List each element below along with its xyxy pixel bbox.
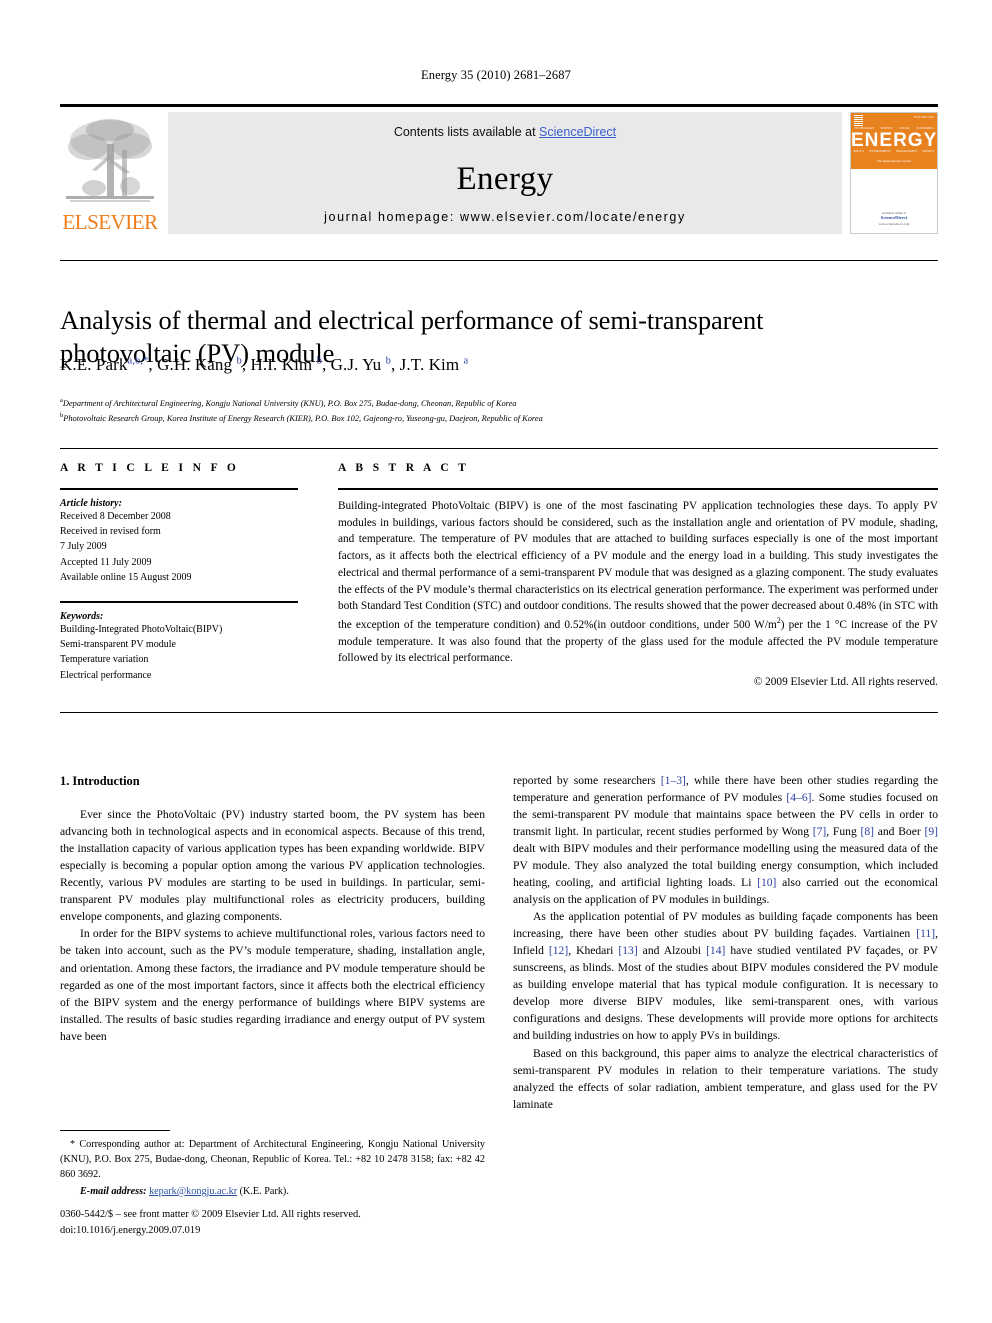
keyword-item: Building-Integrated PhotoVoltaic(BIPV): [60, 623, 223, 635]
imprint-block: 0360-5442/$ – see front matter © 2009 El…: [60, 1207, 530, 1238]
affiliation-b: bPhotovoltaic Research Group, Korea Inst…: [60, 411, 930, 426]
cover-lower-panel: Available online at ScienceDirect www.sc…: [851, 169, 937, 233]
article-info-column: A R T I C L E I N F O Article history: R…: [60, 462, 298, 683]
keyword-item: Electrical performance: [60, 669, 152, 681]
cover-topics-row-2: POLICY ENVIRONMENT MANAGEMENT ENERGY: [851, 150, 937, 153]
journal-masthead: ELSEVIER Contents lists available at Sci…: [60, 104, 938, 234]
affiliation-text: Photovoltaic Research Group, Korea Insti…: [63, 413, 543, 423]
email-note: E-mail address: kepark@kongju.ac.kr (K.E…: [60, 1185, 485, 1200]
cover-topic: ENERGY: [922, 150, 935, 153]
body-paragraph: Based on this background, this paper aim…: [513, 1046, 938, 1111]
section-heading-introduction: 1. Introduction: [60, 774, 140, 788]
issn-copyright-line: 0360-5442/$ – see front matter © 2009 El…: [60, 1209, 361, 1220]
footnote-divider: [60, 1130, 170, 1131]
article-info-rule: [60, 488, 298, 490]
cover-issn: ISSN 0360-5442: [913, 116, 934, 119]
sciencedirect-link[interactable]: ScienceDirect: [539, 125, 616, 139]
journal-title: Energy: [456, 161, 554, 197]
title-divider: [60, 260, 938, 261]
journal-cover-thumbnail[interactable]: ISSN 0360-5442 TECHNOLOGY SCIENCE SOCIAL…: [850, 112, 938, 234]
article-history-item: Available online 15 August 2009: [60, 571, 192, 583]
running-head: Energy 35 (2010) 2681–2687: [421, 68, 571, 82]
body-paragraph: reported by some researchers [1–3], whil…: [513, 774, 939, 907]
article-info-heading: A R T I C L E I N F O: [60, 462, 240, 474]
body-paragraph: Ever since the PhotoVoltaic (PV) industr…: [60, 808, 485, 924]
keywords-label: Keywords:: [60, 610, 104, 622]
cover-topic: POLICY: [853, 150, 865, 153]
article-history-item: Received in revised form: [60, 526, 161, 538]
body-paragraph: In order for the BIPV systems to achieve…: [60, 927, 485, 1043]
body-paragraph: As the application potential of PV modul…: [513, 910, 938, 1043]
affiliation-a: aDepartment of Architectural Engineering…: [60, 396, 930, 411]
author-list: K.E. Parka,b,*, G.H. Kang b, H.I. Kim b,…: [60, 355, 469, 374]
article-history-label: Article history:: [60, 498, 122, 509]
affiliation-text: Department of Architectural Engineering,…: [62, 398, 517, 408]
cover-subtitle: The International Journal: [876, 159, 912, 163]
email-label: E-mail address:: [80, 1185, 147, 1197]
body-column-left: 1. Introduction Ever since the PhotoVolt…: [60, 772, 485, 1045]
keyword-item: Temperature variation: [60, 654, 149, 666]
abstract-heading: A B S T R A C T: [338, 462, 470, 474]
abstract-copyright: © 2009 Elsevier Ltd. All rights reserved…: [753, 675, 938, 688]
journal-band: Contents lists available at ScienceDirec…: [168, 112, 842, 234]
footnote-block: * Corresponding author at: Department of…: [60, 1138, 485, 1200]
cover-topic: MANAGEMENT: [896, 150, 918, 153]
cover-publisher-icon: [854, 115, 863, 126]
body-column-right: reported by some researchers [1–3], whil…: [513, 772, 938, 1113]
keyword-item: Semi-transparent PV module: [60, 639, 176, 651]
doi-line: doi:10.1016/j.energy.2009.07.019: [60, 1224, 201, 1236]
cover-sciencedirect-brand: ScienceDirect: [880, 215, 908, 221]
corresponding-author-note: * Corresponding author at: Department of…: [60, 1139, 485, 1180]
cover-top-panel: ISSN 0360-5442 TECHNOLOGY SCIENCE SOCIAL…: [851, 113, 937, 169]
panel-top-divider: [60, 448, 938, 449]
panel-bottom-divider: [60, 712, 938, 713]
article-history-item: Accepted 11 July 2009: [60, 556, 152, 568]
journal-homepage-line[interactable]: journal homepage: www.elsevier.com/locat…: [168, 210, 842, 224]
abstract-rule: [338, 488, 938, 490]
keywords-rule: [60, 600, 298, 603]
email-link[interactable]: kepark@kongju.ac.kr: [149, 1186, 237, 1197]
contents-available-line: Contents lists available at ScienceDirec…: [168, 112, 842, 139]
cover-journal-title: ENERGY: [851, 130, 938, 151]
abstract-body: Building-integrated PhotoVoltaic (BIPV) …: [338, 500, 938, 665]
paper-page: Energy 35 (2010) 2681–2687 ELSEVIER Cont…: [0, 0, 992, 1323]
article-history-item: Received 8 December 2008: [60, 511, 171, 522]
abstract-column: A B S T R A C T Building-integrated Phot…: [338, 462, 938, 688]
cover-topic: ENVIRONMENT: [869, 150, 891, 153]
contents-prefix: Contents lists available at: [393, 125, 540, 139]
cover-footer-url: www.sciencedirect.com: [878, 222, 910, 227]
affiliations: aDepartment of Architectural Engineering…: [60, 396, 930, 425]
cover-footer: Available online at ScienceDirect www.sc…: [851, 211, 937, 227]
email-owner: (K.E. Park).: [239, 1185, 289, 1197]
elsevier-wordmark: ELSEVIER: [62, 210, 158, 234]
article-history-item: 7 July 2009: [60, 541, 107, 553]
elsevier-logo: ELSEVIER: [60, 112, 160, 234]
elsevier-tree-icon: [66, 119, 154, 202]
